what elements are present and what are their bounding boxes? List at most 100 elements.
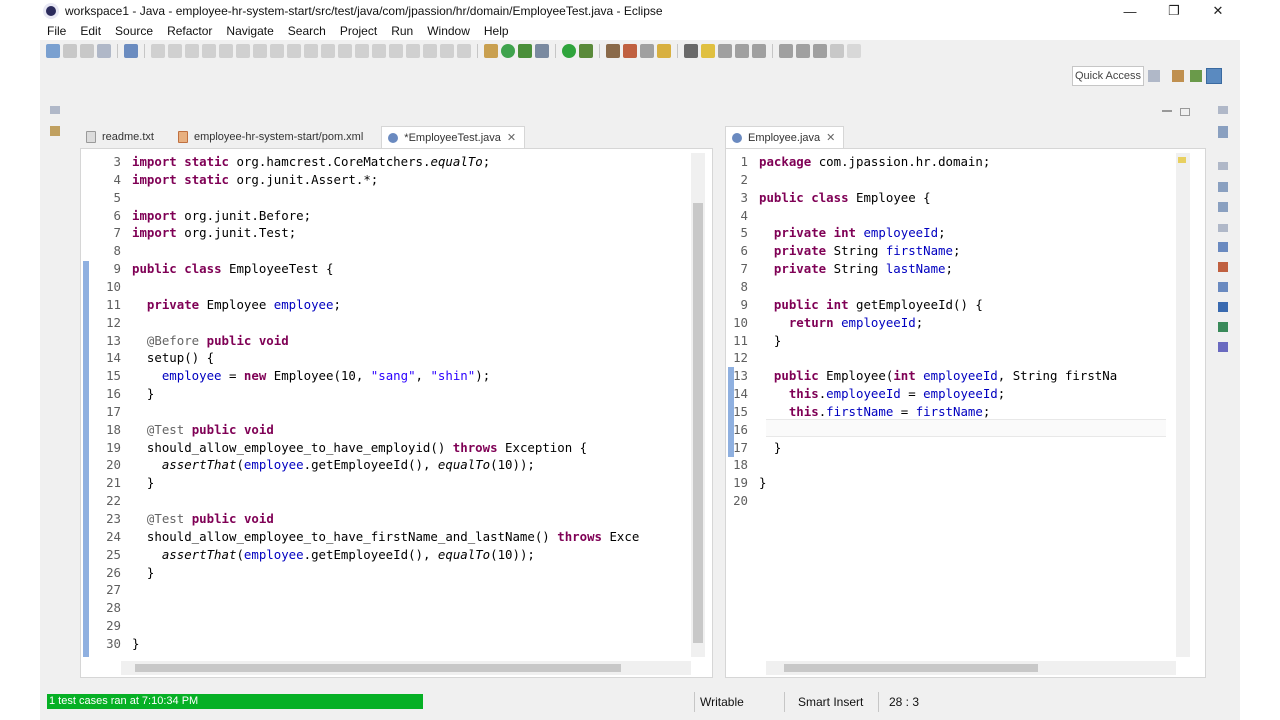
code-line[interactable]: 5 [93,189,132,207]
view-icon[interactable] [1218,322,1228,332]
run-coverage-icon[interactable] [579,44,593,58]
code-line[interactable]: 9 public class EmployeeTest { [93,260,334,278]
warning-marker[interactable] [1178,157,1186,163]
debug-step-icon[interactable] [219,44,233,58]
tab-readme[interactable]: readme.txt [80,126,162,148]
view-icon[interactable] [1218,262,1228,272]
menu-file[interactable]: File [40,24,73,38]
annotation-icon[interactable] [684,44,698,58]
code-line[interactable]: 22 [93,492,132,510]
menu-edit[interactable]: Edit [73,24,108,38]
code-line[interactable]: 4 [720,207,759,225]
code-line[interactable]: 6 import org.junit.Before; [93,207,312,225]
code-line[interactable]: 5 private int employeeId; [720,224,946,242]
code-line[interactable]: 4 import static org.junit.Assert.*; [93,171,379,189]
debug-step-icon[interactable] [168,44,182,58]
run-icon[interactable] [562,44,576,58]
code-line[interactable]: 20 assertThat(employee.getEmployeeId(), … [93,456,535,474]
scrollbar-thumb[interactable] [135,664,621,672]
scrollbar-thumb[interactable] [693,203,703,643]
code-line[interactable]: 8 [720,278,759,296]
code-line[interactable]: 24 should_allow_employee_to_have_firstNa… [93,528,639,546]
view-icon[interactable] [1218,202,1228,212]
code-line[interactable]: 12 [720,349,759,367]
mark-occurrences-icon[interactable] [701,44,715,58]
code-line[interactable]: 11 private Employee employee; [93,296,341,314]
debug-step-icon[interactable] [389,44,403,58]
debug-icon[interactable] [518,44,532,58]
code-line[interactable]: 10 return employeeId; [720,314,923,332]
restore-icon[interactable] [1218,162,1228,170]
code-line[interactable]: 6 private String firstName; [720,242,961,260]
code-line[interactable]: 29 [93,617,132,635]
outline-icon[interactable] [1218,126,1228,138]
debug-step-icon[interactable] [355,44,369,58]
debug-perspective-icon[interactable] [1190,70,1202,82]
code-line[interactable]: 13 public Employee(int employeeId, Strin… [720,367,1117,385]
java-perspective-icon[interactable] [1206,68,1222,84]
save-all-icon[interactable] [80,44,94,58]
menu-refactor[interactable]: Refactor [160,24,219,38]
debug-step-icon[interactable] [287,44,301,58]
vertical-scrollbar-right[interactable] [1176,153,1190,657]
last-edit-icon[interactable] [813,44,827,58]
debug-step-icon[interactable] [372,44,386,58]
code-line[interactable]: 20 [720,492,759,510]
next-annotation-icon[interactable] [779,44,793,58]
minimize-button[interactable]: — [1108,0,1152,22]
tab-employee-test[interactable]: *EmployeeTest.java ✕ [381,126,526,148]
code-line[interactable]: 15 employee = new Employee(10, "sang", "… [93,367,490,385]
maximize-button[interactable]: ❐ [1152,0,1196,22]
scrollbar-thumb[interactable] [784,664,1038,672]
forward-icon[interactable] [847,44,861,58]
debug-step-icon[interactable] [270,44,284,58]
restore-icon[interactable] [1218,224,1228,232]
code-line[interactable]: 17 [93,403,132,421]
code-line[interactable]: 19 should_allow_employee_to_have_employi… [93,439,587,457]
tab-pom[interactable]: employee-hr-system-start/pom.xml [172,126,371,148]
code-line[interactable]: 18 [720,456,759,474]
java-ee-perspective-icon[interactable] [1172,70,1184,82]
code-line[interactable]: 19} [720,474,766,492]
view-icon[interactable] [1218,282,1228,292]
code-line[interactable]: 30} [93,635,139,653]
prev-annotation-icon[interactable] [796,44,810,58]
debug-step-icon[interactable] [151,44,165,58]
tab-employee[interactable]: Employee.java ✕ [725,126,845,148]
vertical-scrollbar-left[interactable] [691,153,705,657]
view-icon[interactable] [1218,182,1228,192]
skip-breakpoints-icon[interactable] [124,44,138,58]
code-line[interactable]: 3 public class Employee { [720,189,931,207]
close-button[interactable]: ✕ [1196,0,1240,22]
close-tab-icon[interactable]: ✕ [826,131,835,144]
menu-window[interactable]: Window [420,24,477,38]
restore-icon[interactable] [1218,106,1228,114]
search-icon[interactable] [640,44,654,58]
code-line[interactable]: 13 @Before public void [93,332,289,350]
code-line[interactable]: 28 [93,599,132,617]
save-icon[interactable] [63,44,77,58]
toggle-icon[interactable] [752,44,766,58]
debug-step-icon[interactable] [253,44,267,58]
code-line[interactable]: 3 import static org.hamcrest.CoreMatchers… [93,153,491,171]
refresh-icon[interactable] [501,44,515,58]
code-line[interactable]: 21 } [93,474,154,492]
debug-step-icon[interactable] [185,44,199,58]
new-icon[interactable] [46,44,60,58]
quick-access-field[interactable]: Quick Access [1072,66,1144,86]
menu-navigate[interactable]: Navigate [219,24,280,38]
debug-step-icon[interactable] [304,44,318,58]
open-type-icon[interactable] [606,44,620,58]
horizontal-scrollbar-right[interactable] [766,661,1176,675]
code-line[interactable]: 27 [93,581,132,599]
external-tools-icon[interactable] [535,44,549,58]
debug-step-icon[interactable] [202,44,216,58]
open-task-icon[interactable] [623,44,637,58]
build-icon[interactable] [484,44,498,58]
restore-icon[interactable] [50,106,60,114]
menu-search[interactable]: Search [281,24,333,38]
view-icon[interactable] [1218,242,1228,252]
employee-test-editor[interactable]: 3 import static org.hamcrest.CoreMatchers… [80,148,713,678]
code-line[interactable]: 23 @Test public void [93,510,274,528]
code-line[interactable]: 2 [720,171,759,189]
